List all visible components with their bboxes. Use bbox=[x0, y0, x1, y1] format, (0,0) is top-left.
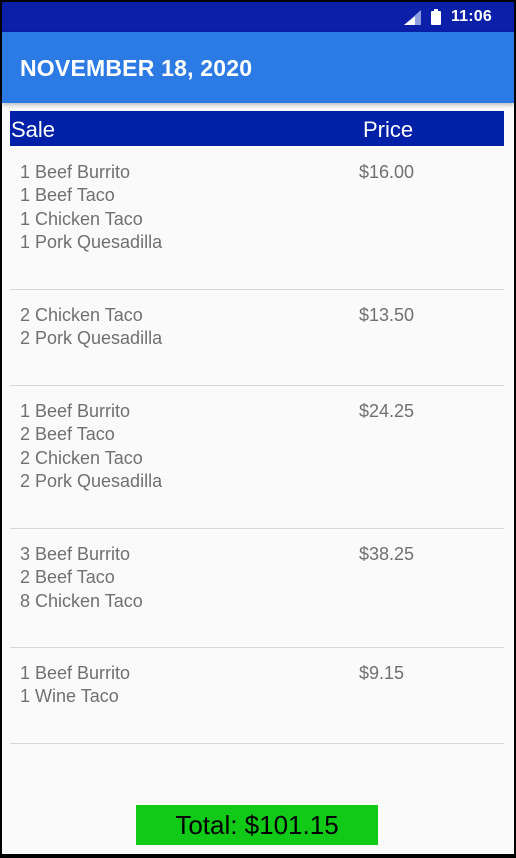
battery-icon bbox=[430, 9, 441, 25]
sale-item: 1 Wine Taco bbox=[20, 686, 119, 707]
sale-column-header: Sale bbox=[11, 117, 56, 142]
sale-price: $9.15 bbox=[359, 663, 405, 683]
sale-item: 2 Chicken Taco bbox=[20, 305, 143, 325]
sale-row[interactable]: 1 Beef Burrito 1 Wine Taco $9.15 bbox=[10, 648, 504, 744]
sale-row[interactable]: 3 Beef Burrito 2 Beef Taco 8 Chicken Tac… bbox=[10, 529, 504, 648]
sale-item: 2 Beef Taco bbox=[20, 567, 115, 588]
sale-items: 1 Beef Burrito 1 Beef Taco 1 Chicken Tac… bbox=[20, 161, 162, 254]
sale-item: 1 Beef Burrito bbox=[20, 162, 131, 182]
app-bar: NOVEMBER 18, 2020 bbox=[2, 32, 514, 103]
sale-item: 2 Chicken Taco bbox=[20, 447, 143, 468]
phone-screen: 11:06 NOVEMBER 18, 2020 Sale Price 1 Bee… bbox=[2, 2, 514, 854]
sale-item: 1 Chicken Taco bbox=[20, 208, 143, 229]
page-title: NOVEMBER 18, 2020 bbox=[20, 55, 253, 81]
status-indicators: 11:06 bbox=[403, 7, 492, 27]
signal-icon bbox=[403, 9, 421, 25]
sale-row[interactable]: 2 Chicken Taco 2 Pork Quesadilla $13.50 bbox=[10, 290, 504, 386]
sale-price: $24.25 bbox=[359, 401, 415, 421]
sale-item: 3 Beef Burrito bbox=[20, 544, 131, 564]
sale-item: 2 Pork Quesadilla bbox=[20, 328, 163, 349]
sale-items: 1 Beef Burrito 2 Beef Taco 2 Chicken Tac… bbox=[20, 400, 162, 493]
sale-items: 1 Beef Burrito 1 Wine Taco bbox=[20, 662, 130, 709]
sale-price: $16.00 bbox=[359, 162, 415, 182]
sale-item: 1 Pork Quesadilla bbox=[20, 231, 163, 252]
sale-item: 1 Beef Taco bbox=[20, 185, 115, 206]
total-badge: Total: $101.15 bbox=[136, 805, 378, 845]
sale-price: $38.25 bbox=[359, 544, 415, 564]
status-bar: 11:06 bbox=[2, 2, 514, 32]
sale-items: 2 Chicken Taco 2 Pork Quesadilla bbox=[20, 304, 162, 351]
sale-item: 2 Beef Taco bbox=[20, 424, 115, 445]
sale-item: 8 Chicken Taco bbox=[20, 590, 143, 611]
sale-item: 2 Pork Quesadilla bbox=[20, 470, 163, 491]
sale-price: $13.50 bbox=[359, 305, 415, 325]
status-time: 11:06 bbox=[450, 8, 492, 25]
sale-row[interactable]: 1 Beef Burrito 1 Beef Taco 1 Chicken Tac… bbox=[10, 147, 504, 290]
table-header: Sale Price bbox=[10, 111, 504, 146]
price-column-header: Price bbox=[363, 117, 414, 142]
sale-row[interactable]: 1 Beef Burrito 2 Beef Taco 2 Chicken Tac… bbox=[10, 386, 504, 529]
sale-item: 1 Beef Burrito bbox=[20, 663, 131, 683]
sale-items: 3 Beef Burrito 2 Beef Taco 8 Chicken Tac… bbox=[20, 543, 143, 613]
sale-item: 1 Beef Burrito bbox=[20, 401, 131, 421]
